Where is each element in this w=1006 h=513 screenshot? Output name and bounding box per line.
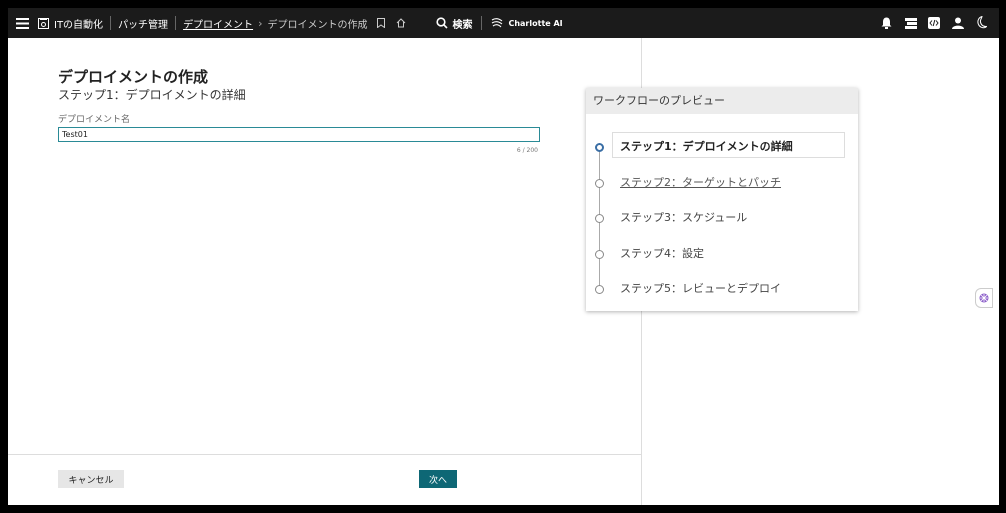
moon-icon[interactable] <box>975 16 987 29</box>
automation-app-icon <box>38 17 49 29</box>
character-counter: 6 / 200 <box>516 147 538 154</box>
step-dot <box>595 285 604 294</box>
home-icon[interactable] <box>396 18 406 28</box>
form-footer: キャンセル 次へ <box>8 454 641 505</box>
workflow-step-4: ステップ4：設定 <box>586 243 858 267</box>
step-dot <box>595 179 604 188</box>
workflow-step-label: ステップ3：スケジュール <box>620 211 748 224</box>
step-subtitle: ステップ1：デプロイメントの詳細 <box>58 88 246 102</box>
workflow-step-1[interactable]: ステップ1：デプロイメントの詳細 <box>586 132 858 160</box>
hamburger-menu-icon[interactable] <box>16 17 29 29</box>
divider <box>110 16 112 30</box>
workflow-step-2[interactable]: ステップ2：ターゲットとパッチ <box>586 172 858 196</box>
charlotte-ai-label[interactable]: Charlotte AI <box>508 19 562 28</box>
charlotte-ai-icon[interactable] <box>491 17 503 29</box>
top-navigation-bar: ITの自動化 パッチ管理 デプロイメント › デプロイメントの作成 検索 Cha… <box>8 8 999 38</box>
breadcrumb-patch[interactable]: パッチ管理 <box>118 16 168 31</box>
workflow-step-label: ステップ4：設定 <box>620 247 704 260</box>
workflow-step-label: ステップ1：デプロイメントの詳細 <box>620 140 793 153</box>
bookmark-icon[interactable] <box>377 18 386 28</box>
workflow-preview-header: ワークフローのプレビュー <box>586 88 858 114</box>
step-dot <box>595 214 604 223</box>
divider <box>481 16 483 30</box>
workflow-step-3: ステップ3：スケジュール <box>586 207 858 231</box>
workflow-step-5: ステップ5：レビューとデプロイ <box>586 278 858 302</box>
breadcrumb-current: デプロイメントの作成 <box>267 19 368 31</box>
breadcrumb-deploy[interactable]: デプロイメント <box>183 16 253 31</box>
workflow-step-label: ステップ5：レビューとデプロイ <box>620 282 781 295</box>
ai-assist-side-button[interactable] <box>975 288 993 308</box>
breadcrumb-chevron: › <box>258 16 263 30</box>
main-content: デプロイメントの作成 ステップ1：デプロイメントの詳細 デプロイメント名 Tes… <box>8 38 642 505</box>
deployment-name-input[interactable]: Test01 <box>58 127 540 142</box>
deployment-name-label: デプロイメント名 <box>58 115 131 125</box>
workflow-step-label[interactable]: ステップ2：ターゲットとパッチ <box>620 174 781 190</box>
workflow-preview-panel: ワークフローのプレビュー ステップ1：デプロイメントの詳細 ステップ2：ターゲッ… <box>586 88 858 311</box>
app-window: ITの自動化 パッチ管理 デプロイメント › デプロイメントの作成 検索 Cha… <box>8 8 999 505</box>
layers-icon[interactable] <box>905 18 917 29</box>
search-icon[interactable] <box>436 17 449 29</box>
step-dot <box>595 250 604 259</box>
code-icon[interactable] <box>928 17 940 29</box>
divider <box>175 16 177 30</box>
page-title: デプロイメントの作成 <box>58 68 209 86</box>
breadcrumb-app[interactable]: ITの自動化 <box>54 16 103 31</box>
user-icon[interactable] <box>952 17 964 29</box>
next-button[interactable]: 次へ <box>419 470 457 488</box>
bell-icon[interactable] <box>881 17 892 29</box>
step-dot-active <box>595 143 604 152</box>
cancel-button[interactable]: キャンセル <box>58 470 124 488</box>
ai-assist-icon <box>979 293 989 303</box>
search-label[interactable]: 検索 <box>452 16 472 31</box>
